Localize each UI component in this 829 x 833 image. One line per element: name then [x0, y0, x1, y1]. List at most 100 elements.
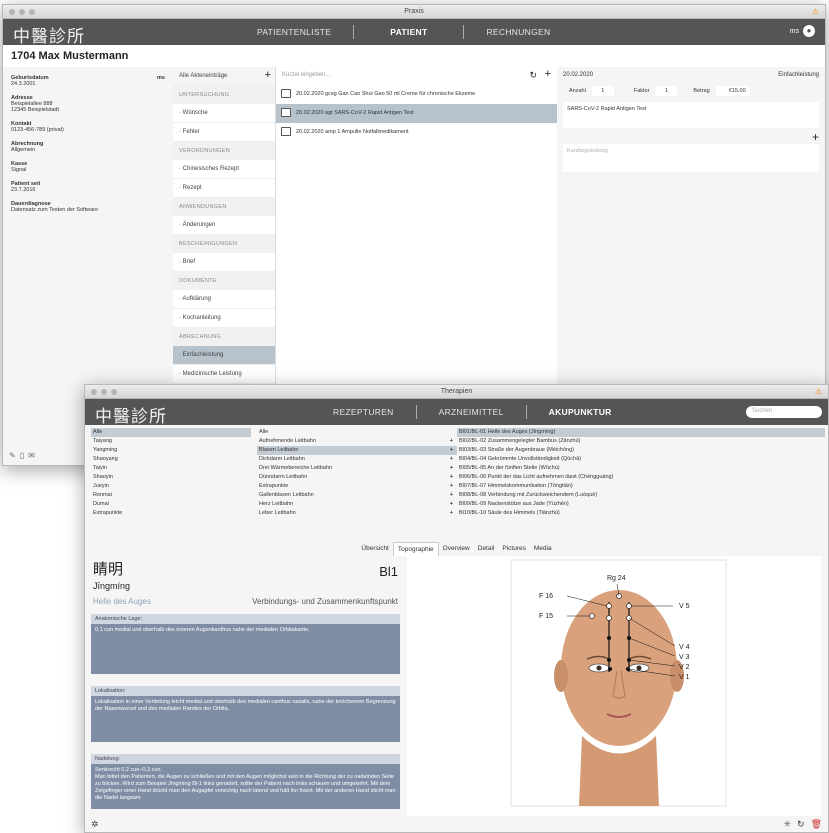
meridian-item[interactable]: Extrapunkte +	[257, 482, 457, 491]
faktor-field[interactable]: 1	[655, 86, 678, 96]
point-item[interactable]: Bl06/BL-06 Punkt der das Licht aufnehmen…	[457, 473, 825, 482]
reason-field[interactable]: Kurzbegründung	[563, 144, 819, 172]
point-item[interactable]: Bl05/BL-05 An der fünften Stelle (Wǔchù)	[457, 464, 825, 473]
meridian-item[interactable]: Drei Wärmebereiche Leitbahn +	[257, 464, 457, 473]
alert-icon[interactable]: ⚠	[815, 385, 822, 399]
expand-icon[interactable]: +	[450, 455, 453, 464]
adr-line2: 12345 Beispielstadt	[11, 107, 60, 113]
category-item[interactable]: · Kochanleitung	[173, 309, 275, 328]
edit-icon[interactable]: ✎	[9, 451, 16, 460]
tab-media[interactable]: Media	[530, 542, 556, 556]
faktor-label: Faktor	[633, 88, 650, 94]
category-item[interactable]: · Aufklärung	[173, 290, 275, 309]
category-item[interactable]: · Einfachleistung	[173, 346, 275, 365]
entry-row[interactable]: 20.02.2020 amp 1 Ampulle Notfallmedikame…	[276, 123, 557, 142]
expand-icon[interactable]: +	[450, 482, 453, 491]
meridian-item[interactable]: Gallenblasen Leitbahn +	[257, 491, 457, 500]
meridian-group-item[interactable]: Extrapunkte	[91, 509, 251, 518]
trash-icon[interactable]: 🗑	[811, 819, 822, 830]
meridian-item[interactable]: Leber Leitbahn +	[257, 509, 457, 518]
point-category: Verbindungs- und Zusammenkunftspunkt	[252, 597, 398, 606]
tab-übersicht[interactable]: Übersicht	[357, 542, 392, 556]
point-item[interactable]: Bl07/BL-07 Himmelskommunikation (Tōngtiā…	[457, 482, 825, 491]
betrag-field[interactable]: €15.00	[715, 86, 750, 96]
tab-topographie[interactable]: Topographie	[392, 542, 439, 556]
point-item[interactable]: Bl02/BL-02 Zusammengelegter Bambus (Zǎnz…	[457, 437, 825, 446]
meridian-group-item[interactable]: Dumai	[91, 500, 251, 509]
entry-text: 20.02.2020 gcsg Gan Cao Shui Gao 50 ml C…	[296, 91, 476, 97]
point-item[interactable]: Bl04/BL-04 Gekrümmte Unvollständigkeit (…	[457, 455, 825, 464]
meridian-item[interactable]: Herz Leitbahn +	[257, 500, 457, 509]
window-controls[interactable]	[9, 9, 35, 15]
point-item[interactable]: Bl08/BL-08 Verbindung mit Zurückweichend…	[457, 491, 825, 500]
list-item-label: Drei Wärmebereiche Leitbahn	[259, 465, 333, 471]
nav-rezepturen[interactable]: REZEPTUREN	[311, 407, 416, 417]
mail-icon[interactable]: ✉	[28, 451, 35, 460]
expand-icon[interactable]: +	[450, 446, 453, 455]
expand-icon[interactable]: +	[450, 473, 453, 482]
user-menu[interactable]: ms ●	[790, 25, 815, 37]
detail-text[interactable]: SARS-CoV-2 Rapid Antigen Test	[563, 102, 819, 128]
anzahl-label: Anzahl	[569, 88, 586, 94]
point-detail: 睛明 Bl1 Jīngmíng Helle des Auges Verbindu…	[91, 556, 400, 816]
alert-icon[interactable]: ⚠	[812, 5, 819, 19]
category-item[interactable]: · Fehler	[173, 123, 275, 142]
window-title: Praxis	[404, 8, 424, 15]
meridian-item[interactable]: Dickdarm Leitbahn +	[257, 455, 457, 464]
expand-icon[interactable]: +	[450, 464, 453, 473]
entry-row[interactable]: 20.02.2020 agt SARS-CoV-2 Rapid Antigen …	[276, 104, 557, 123]
meridian-group-item[interactable]: Yangming	[91, 446, 251, 455]
category-item[interactable]: · Chinesisches Rezept	[173, 160, 275, 179]
all-entries-row[interactable]: Alle Akteneinträge +	[173, 67, 275, 86]
nav-patientenliste[interactable]: PATIENTENLISTE	[235, 27, 353, 37]
refresh-icon[interactable]: ↻	[797, 819, 805, 830]
tab-overview[interactable]: Overview	[439, 542, 474, 556]
nav-rechnungen[interactable]: RECHNUNGEN	[464, 27, 572, 37]
search-input[interactable]: Suchen	[746, 406, 822, 418]
window-controls[interactable]	[91, 389, 117, 395]
category-item[interactable]: · Medizinische Leistung	[173, 365, 275, 384]
add-icon[interactable]: +	[545, 68, 551, 80]
point-list: Bl01/BL-01 Helle des Auges (Jīngmíng) Bl0…	[457, 428, 825, 518]
tab-pictures[interactable]: Pictures	[498, 542, 529, 556]
category-item[interactable]: · Brief	[173, 253, 275, 272]
point-item[interactable]: Bl01/BL-01 Helle des Auges (Jīngmíng)	[457, 428, 825, 437]
meridian-group-item[interactable]: Alle	[91, 428, 251, 437]
category-item[interactable]: · Rezept	[173, 179, 275, 198]
nav-patient[interactable]: PATIENT	[354, 27, 463, 37]
meridian-group-item[interactable]: Taiyin	[91, 464, 251, 473]
point-item[interactable]: Bl03/BL-03 Straße der Augenbraue (Méichō…	[457, 446, 825, 455]
expand-icon[interactable]: +	[450, 437, 453, 446]
tools-icon[interactable]: ✳	[783, 819, 791, 830]
meridian-group-item[interactable]: Taiyang	[91, 437, 251, 446]
category-item[interactable]: · Änderungen	[173, 216, 275, 235]
tab-detail[interactable]: Detail	[474, 542, 499, 556]
meridian-group-item[interactable]: Jueyin	[91, 482, 251, 491]
point-item[interactable]: Bl10/BL-10 Säule des Himmels (Tiānzhù)	[457, 509, 825, 518]
meridian-group-item[interactable]: Renmai	[91, 491, 251, 500]
add-entry-button[interactable]: +	[265, 69, 271, 81]
point-item[interactable]: Bl09/BL-09 Nackenstütze aus Jade (Yùzhěn…	[457, 500, 825, 509]
settings-gear-icon[interactable]: ✲	[91, 819, 99, 830]
list-item-label: Blasen Leitbahn	[259, 447, 299, 453]
entry-row[interactable]: 20.02.2020 gcsg Gan Cao Shui Gao 50 ml C…	[276, 85, 557, 104]
meridian-item[interactable]: Alle	[257, 428, 457, 437]
meridian-item[interactable]: Aufnehmende Leitbahn +	[257, 437, 457, 446]
nav-arzneimittel[interactable]: ARZNEIMITTEL	[417, 407, 526, 417]
expand-icon[interactable]: +	[450, 500, 453, 509]
document-icon	[281, 108, 291, 117]
meridian-group-item[interactable]: Shaoyang	[91, 455, 251, 464]
nav-akupunktur[interactable]: AKUPUNKTUR	[527, 407, 634, 417]
refresh-icon[interactable]: ↻	[529, 70, 537, 81]
anzahl-field[interactable]: 1	[591, 86, 614, 96]
meridian-group-item[interactable]: Shaoyin	[91, 473, 251, 482]
expand-icon[interactable]: +	[450, 491, 453, 500]
shortcut-input[interactable]: Kürzel eingeben... ↻ +	[276, 67, 557, 85]
meridian-item[interactable]: Blasen Leitbahn +	[257, 446, 457, 455]
point-pinyin: Jīngmíng	[93, 581, 131, 591]
meridian-item[interactable]: Dünndarm Leitbahn +	[257, 473, 457, 482]
category-item[interactable]: · Wünsche	[173, 104, 275, 123]
expand-icon[interactable]: +	[450, 509, 453, 518]
add-reason-button[interactable]: +	[563, 130, 819, 144]
document-icon[interactable]: ▯	[20, 451, 24, 460]
